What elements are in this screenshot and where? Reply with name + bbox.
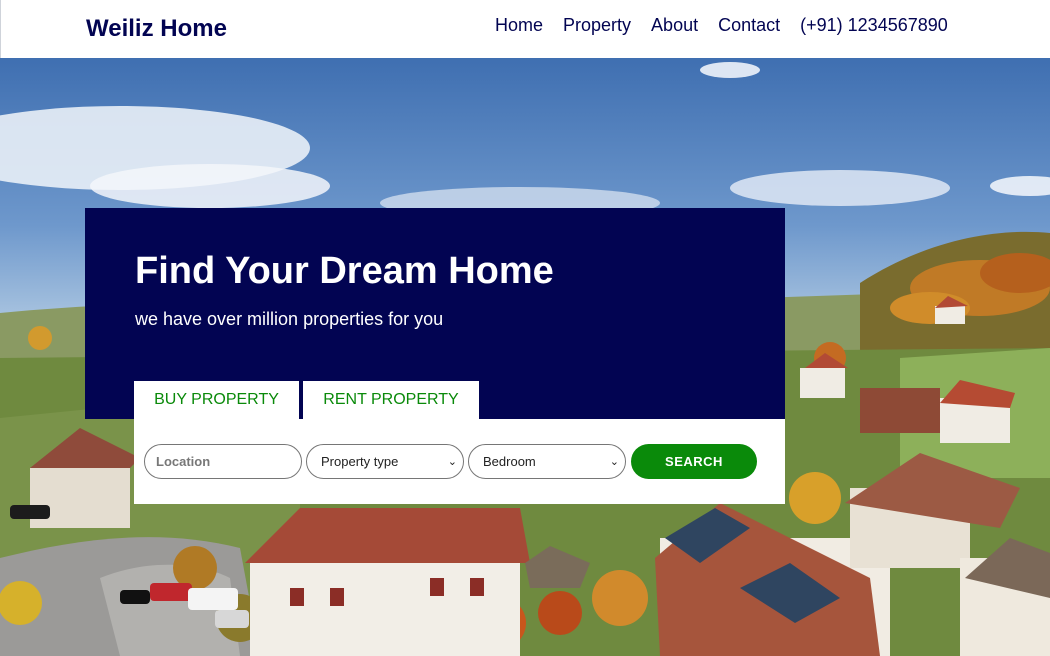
location-input[interactable] — [144, 444, 302, 479]
bedroom-select[interactable]: Bedroom ⌄ — [468, 444, 626, 479]
nav-phone-number[interactable]: (+91) 1234567890 — [800, 15, 948, 35]
bedroom-value: Bedroom — [483, 454, 536, 469]
nav-link-home[interactable]: Home — [495, 15, 543, 35]
nav-link-property[interactable]: Property — [563, 15, 631, 35]
nav-link-about[interactable]: About — [651, 15, 698, 35]
hero-section: Find Your Dream Home we have over millio… — [0, 58, 1050, 656]
nav-links: Home Property About Contact (+91) 123456… — [495, 15, 948, 35]
search-panel: Property type ⌄ Bedroom ⌄ SEARCH — [134, 419, 785, 504]
chevron-down-icon: ⌄ — [609, 456, 619, 468]
tab-buy-property[interactable]: BUY PROPERTY — [134, 381, 299, 419]
brand-logo[interactable]: Weiliz Home — [86, 15, 227, 43]
tab-rent-property[interactable]: RENT PROPERTY — [303, 381, 479, 419]
property-type-value: Property type — [321, 454, 399, 469]
property-type-select[interactable]: Property type ⌄ — [306, 444, 464, 479]
top-navbar: Weiliz Home Home Property About Contact … — [0, 0, 1050, 58]
hero-title: Find Your Dream Home — [135, 250, 554, 292]
hero-subtitle: we have over million properties for you — [135, 309, 444, 329]
hero-card: Find Your Dream Home we have over millio… — [85, 208, 785, 419]
chevron-down-icon: ⌄ — [447, 456, 457, 468]
nav-link-contact[interactable]: Contact — [718, 15, 780, 35]
search-button[interactable]: SEARCH — [631, 444, 757, 479]
